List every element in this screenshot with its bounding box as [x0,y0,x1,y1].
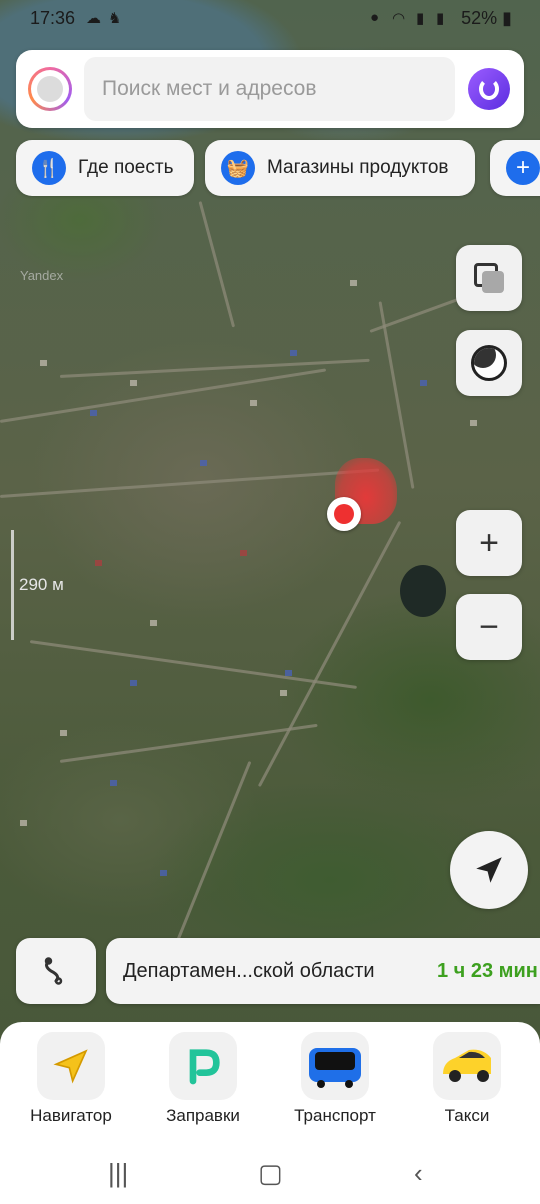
avatar[interactable] [28,67,72,111]
search-card: Поиск мест и адресов [16,50,524,128]
status-time: 17:36 [30,8,76,28]
alice-map-button[interactable] [456,330,522,396]
map-building [40,360,47,366]
layers-button[interactable] [456,245,522,311]
app-gas-stations[interactable]: Заправки [148,1032,258,1126]
signal-icon: ▮ [416,10,425,27]
app-label: Такси [444,1106,490,1125]
route-destination: Департамен...ской области [123,960,375,982]
navigator-arrow-icon [37,1032,105,1100]
system-nav-bar: ||| ▢ ‹ [0,1148,540,1204]
app-label: Транспорт [294,1106,376,1125]
map-road [198,201,236,328]
map-building [250,400,257,406]
app-label: Заправки [166,1106,240,1125]
map-building [470,420,477,426]
map-building [95,560,102,566]
chip-where-to-eat[interactable]: 🍴 Где поесть [16,140,194,196]
notification-icon: ♞ [108,10,122,27]
map-building [130,380,137,386]
scale-label: 290 м [19,575,64,594]
map-building [110,780,117,786]
map-building [285,670,292,676]
map-building [160,870,167,876]
minus-icon: − [479,607,499,646]
route-button[interactable] [16,938,96,1004]
layers-icon [474,263,504,293]
route-summary-card[interactable]: Департамен...ской области 1 ч 23 мин [106,938,540,1004]
fork-knife-icon: 🍴 [32,151,66,185]
map-building [150,620,157,626]
taxi-car-icon [433,1032,501,1100]
home-icon[interactable]: ▢ [258,1158,283,1189]
chip-more[interactable]: + [490,140,540,196]
back-icon[interactable]: ‹ [414,1158,423,1189]
location-pin[interactable] [327,497,361,531]
app-navigator[interactable]: Навигатор [16,1032,126,1126]
map-road [0,368,327,423]
my-location-button[interactable] [450,831,528,909]
route-duration: 1 ч 23 мин [437,960,538,982]
route-icon [44,957,63,985]
fuel-p-icon [169,1032,237,1100]
map-road [29,640,357,689]
map-road [257,520,402,788]
scale-bar [11,530,14,640]
map-building [60,730,67,736]
chip-label: Где поесть [78,157,174,178]
alice-assistant-button[interactable] [468,68,510,110]
alice-ring-icon [471,345,507,381]
bus-icon [301,1032,369,1100]
app-label: Навигатор [30,1106,112,1125]
map-road [378,301,415,489]
basket-icon: 🧺 [221,151,255,185]
map-building [200,460,207,466]
map-building [90,410,97,416]
location-icon: ● [370,9,380,26]
battery-level: 52% ▮ [461,8,512,28]
map-building [420,380,427,386]
zoom-out-button[interactable]: − [456,594,522,660]
chip-grocery-stores[interactable]: 🧺 Магазины продуктов [205,140,475,196]
map-building [130,680,137,686]
map-building [350,280,357,286]
recent-apps-icon[interactable]: ||| [108,1158,128,1189]
status-bar: 17:36 ☁ ♞ ● ◠ ▮ ▮ 52% ▮ [0,0,540,36]
map-lake [400,565,446,617]
map-road [0,468,380,498]
map-building [290,350,297,356]
map-watermark: Yandex [20,268,64,283]
plus-icon: + [479,523,499,562]
search-input[interactable]: Поиск мест и адресов [84,57,455,121]
chip-label: Магазины продуктов [267,157,449,178]
map-building [20,820,27,826]
signal-icon-2: ▮ [436,10,445,27]
app-transport[interactable]: Транспорт [280,1032,390,1126]
map-building [240,550,247,556]
plus-icon: + [506,151,540,185]
app-taxi[interactable]: Такси [412,1032,522,1126]
navigation-arrow-icon [476,857,502,883]
user-avatar-icon [37,76,63,102]
wifi-icon: ◠ [392,10,406,27]
zoom-in-button[interactable]: + [456,510,522,576]
map-building [280,690,287,696]
cloud-icon: ☁ [86,10,101,27]
